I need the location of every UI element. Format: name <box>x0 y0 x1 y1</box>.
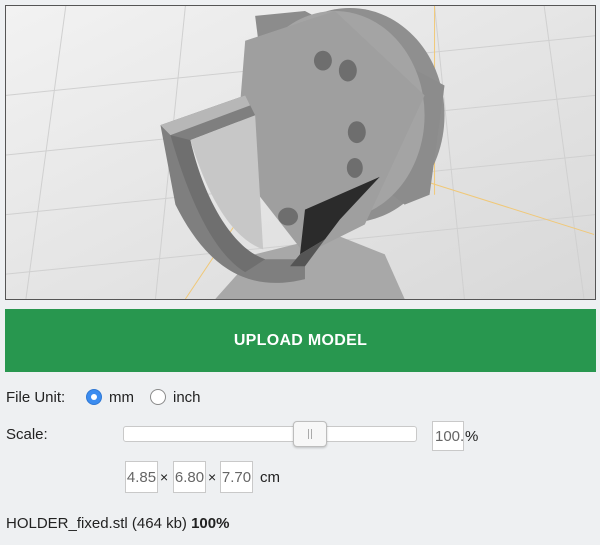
scale-input[interactable] <box>432 421 464 451</box>
unit-option-inch[interactable]: inch <box>150 389 201 406</box>
scale-label: Scale: <box>6 426 48 443</box>
unit-option-mm-label: mm <box>109 388 134 406</box>
radio-mm[interactable] <box>86 389 102 405</box>
unit-option-mm[interactable]: mm <box>86 389 134 406</box>
times-sign: × <box>160 469 169 485</box>
model-viewer[interactable] <box>5 5 596 300</box>
times-sign: × <box>208 469 217 485</box>
file-size: (464 kb) <box>131 515 187 532</box>
file-name: HOLDER_fixed.stl <box>6 515 128 532</box>
radio-inch[interactable] <box>150 389 166 405</box>
scale-slider-handle[interactable] <box>293 421 327 447</box>
upload-model-button[interactable]: UPLOAD MODEL <box>5 309 596 372</box>
dimension-x-input[interactable] <box>125 461 158 493</box>
file-unit-label: File Unit: <box>6 388 66 406</box>
dimension-z-input[interactable] <box>220 461 253 493</box>
file-unit-row: File Unit: mm inch <box>6 387 217 407</box>
unit-option-inch-label: inch <box>173 388 201 406</box>
scale-slider-track[interactable] <box>123 426 417 442</box>
dimension-unit: cm <box>260 469 280 486</box>
upload-progress: 100% <box>191 515 230 532</box>
upload-status: HOLDER_fixed.stl (464 kb) 100% <box>6 515 229 532</box>
grip-icon <box>308 429 312 439</box>
scale-percent-sign: % <box>465 428 479 445</box>
dimension-y-input[interactable] <box>173 461 206 493</box>
model-render <box>6 6 595 299</box>
